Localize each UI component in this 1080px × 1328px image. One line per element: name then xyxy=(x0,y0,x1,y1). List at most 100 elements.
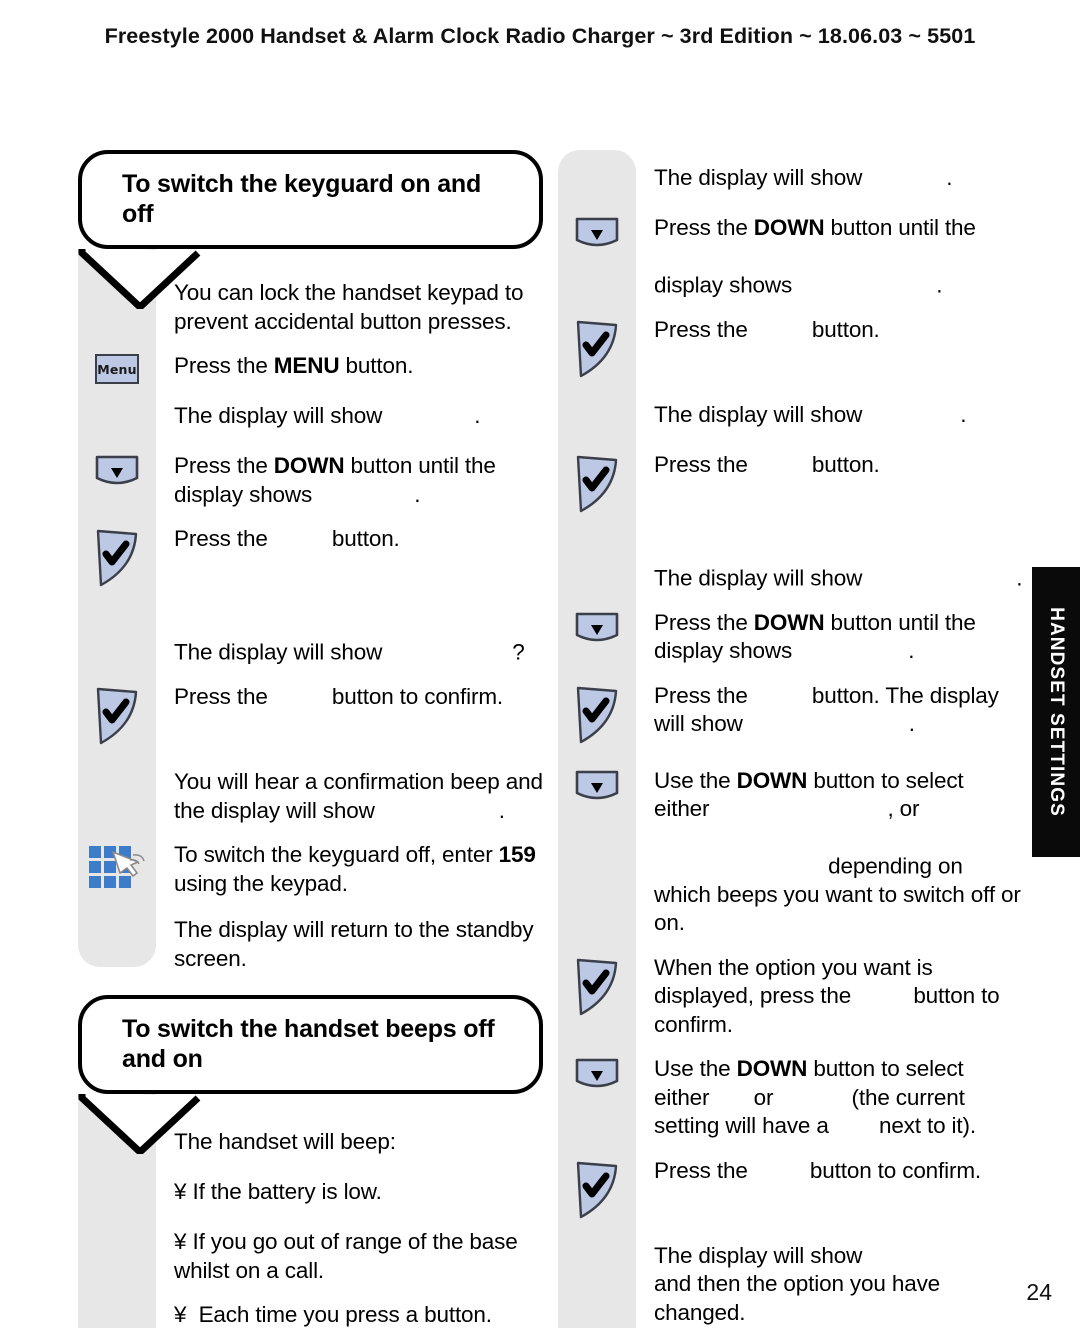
step-text: The display will show PHONEBK. xyxy=(654,165,953,190)
bubble-tail-icon xyxy=(78,1094,208,1154)
step-text: Press the MENU button. xyxy=(174,526,400,551)
instruction-step: Press the MENU button. xyxy=(558,451,1023,520)
steps-keyguard: You can lock the handset keypad to preve… xyxy=(78,249,543,973)
step-icon-cell xyxy=(78,841,156,900)
page-number: 24 xyxy=(1026,1279,1052,1305)
instruction-step: Press the MENU button. xyxy=(78,525,543,594)
instruction-step: The display will show RINGER. xyxy=(558,401,1023,435)
step-icon-cell xyxy=(78,1178,156,1212)
instruction-step: Menu Press the MENU button. xyxy=(78,352,543,386)
keypad-icon xyxy=(86,843,148,900)
down-button-icon xyxy=(574,1057,620,1098)
manual-page: Freestyle 2000 Handset & Alarm Clock Rad… xyxy=(0,0,1080,1328)
step-text: ¥ If you go out of range of the base whi… xyxy=(174,1229,530,1283)
instruction-step: Press the DOWN button until the display … xyxy=(78,452,543,509)
step-text: The display will show RINGER. xyxy=(654,401,967,427)
left-column: To switch the keyguard on and off You ca… xyxy=(78,150,543,1328)
instruction-step: When the option you want is displayed, p… xyxy=(558,954,1023,1040)
running-header: Freestyle 2000 Handset & Alarm Clock Rad… xyxy=(104,24,976,48)
step-text: The handset will beep: xyxy=(174,1129,396,1154)
step-icon-cell xyxy=(558,451,636,520)
step-icon-cell xyxy=(558,536,636,593)
instruction-step: Press the MENU button to confirm. xyxy=(78,683,543,752)
step-icon-cell xyxy=(558,767,636,938)
check-button-icon xyxy=(573,453,621,520)
step-text: Press the DOWN button until the display … xyxy=(654,215,976,297)
instruction-step: ¥ If you go out of range of the base whi… xyxy=(78,1228,543,1285)
step-text: Use the DOWN button to select either ON … xyxy=(654,1056,976,1138)
step-text: Press the MENU button to confirm. xyxy=(654,1157,982,1183)
step-text: The display will show RINGER VOLUME. xyxy=(654,565,1023,590)
step-icon-cell xyxy=(78,683,156,752)
heading-bubble: To switch the handset beeps off and on xyxy=(78,995,543,1094)
step-icon-cell xyxy=(558,609,636,666)
down-button-icon xyxy=(574,216,620,257)
step-icon-cell xyxy=(78,916,156,973)
step-icon-cell xyxy=(78,1301,156,1328)
instruction-step: Use the DOWN button to select either ON … xyxy=(558,1055,1023,1141)
instruction-step: The display will show KEYGUARD. xyxy=(78,402,543,436)
step-text: Press the MENU button. xyxy=(654,451,880,477)
instruction-step: The display will show KEYGUARD ON? xyxy=(78,610,543,667)
instruction-step: The display will show RINGER VOLUME. xyxy=(558,536,1023,593)
section-heading-beeps: To switch the handset beeps off and on xyxy=(78,995,543,1154)
step-text: The display will show SAVED and then the… xyxy=(654,1242,941,1325)
check-button-icon xyxy=(573,684,621,751)
step-text: Press the DOWN button until the display … xyxy=(174,453,496,507)
instruction-step: Press the DOWN button until the display … xyxy=(558,214,1023,300)
instruction-step: Press the MENU button. xyxy=(558,316,1023,385)
step-icon-cell xyxy=(558,401,636,435)
bubble-tail-icon xyxy=(78,249,208,309)
instruction-step: The display will return to the standby s… xyxy=(78,916,543,973)
step-icon-cell xyxy=(78,452,156,509)
section-title: To switch the keyguard on and off xyxy=(122,170,482,228)
section-heading-keyguard: To switch the keyguard on and off xyxy=(78,150,543,309)
down-button-icon xyxy=(94,454,140,495)
step-text: ¥ If the battery is low. xyxy=(174,1179,382,1204)
step-icon-cell xyxy=(558,1242,636,1328)
down-button-icon xyxy=(574,611,620,652)
step-text: ¥ Each time you press a button. xyxy=(174,1302,492,1327)
check-button-icon xyxy=(93,527,141,594)
instruction-step: Press the DOWN button until the display … xyxy=(558,609,1023,666)
instruction-step: You will hear a confirmation beep and th… xyxy=(78,768,543,825)
heading-bubble: To switch the keyguard on and off xyxy=(78,150,543,249)
step-icon-cell xyxy=(558,164,636,198)
check-button-icon xyxy=(573,1159,621,1226)
step-icon-cell xyxy=(558,682,636,751)
step-icon-cell: Menu xyxy=(78,352,156,386)
section-side-tab: HANDSET SETTINGS xyxy=(1032,567,1080,857)
check-button-icon xyxy=(573,956,621,1023)
right-column: The display will show PHONEBK. Press the … xyxy=(558,150,1023,1328)
instruction-step: Press the MENU button to confirm. xyxy=(558,1157,1023,1226)
step-text: Press the MENU button to confirm. xyxy=(174,684,504,709)
step-text: Press the DOWN button until the display … xyxy=(654,609,976,664)
step-text: You will hear a confirmation beep and th… xyxy=(174,769,543,823)
side-tab-label: HANDSET SETTINGS xyxy=(1046,607,1067,817)
step-text: Press the MENU button. The display will … xyxy=(654,682,999,737)
check-button-icon xyxy=(93,685,141,752)
instruction-step: The display will show SAVED and then the… xyxy=(558,1242,1023,1328)
step-text: When the option you want is displayed, p… xyxy=(654,954,1000,1037)
instruction-step: To switch the keyguard off, enter 159 us… xyxy=(78,841,543,900)
step-icon-cell xyxy=(78,402,156,436)
step-text: Press the MENU button. xyxy=(654,316,880,342)
steps-continued: The display will show PHONEBK. Press the … xyxy=(558,150,1023,1328)
step-icon-cell xyxy=(558,214,636,300)
step-icon-cell xyxy=(558,1055,636,1141)
step-icon-cell xyxy=(558,316,636,385)
step-text: To switch the keyguard off, enter 159 us… xyxy=(174,842,536,896)
down-button-icon xyxy=(574,769,620,810)
instruction-step: ¥ Each time you press a button. xyxy=(78,1301,543,1328)
check-button-icon xyxy=(573,318,621,385)
section-title: To switch the handset beeps off and on xyxy=(122,1015,495,1073)
step-text: The display will show KEYGUARD. xyxy=(174,403,481,428)
step-text: Use the DOWN button to select either BAT… xyxy=(654,767,1021,936)
step-icon-cell xyxy=(78,1228,156,1285)
step-icon-cell xyxy=(558,954,636,1040)
step-icon-cell xyxy=(78,768,156,825)
step-text: Press the MENU button. xyxy=(174,353,414,378)
instruction-step: The display will show PHONEBK. xyxy=(558,164,1023,198)
step-icon-cell xyxy=(558,1157,636,1226)
step-text: The display will show KEYGUARD ON? xyxy=(174,639,525,665)
